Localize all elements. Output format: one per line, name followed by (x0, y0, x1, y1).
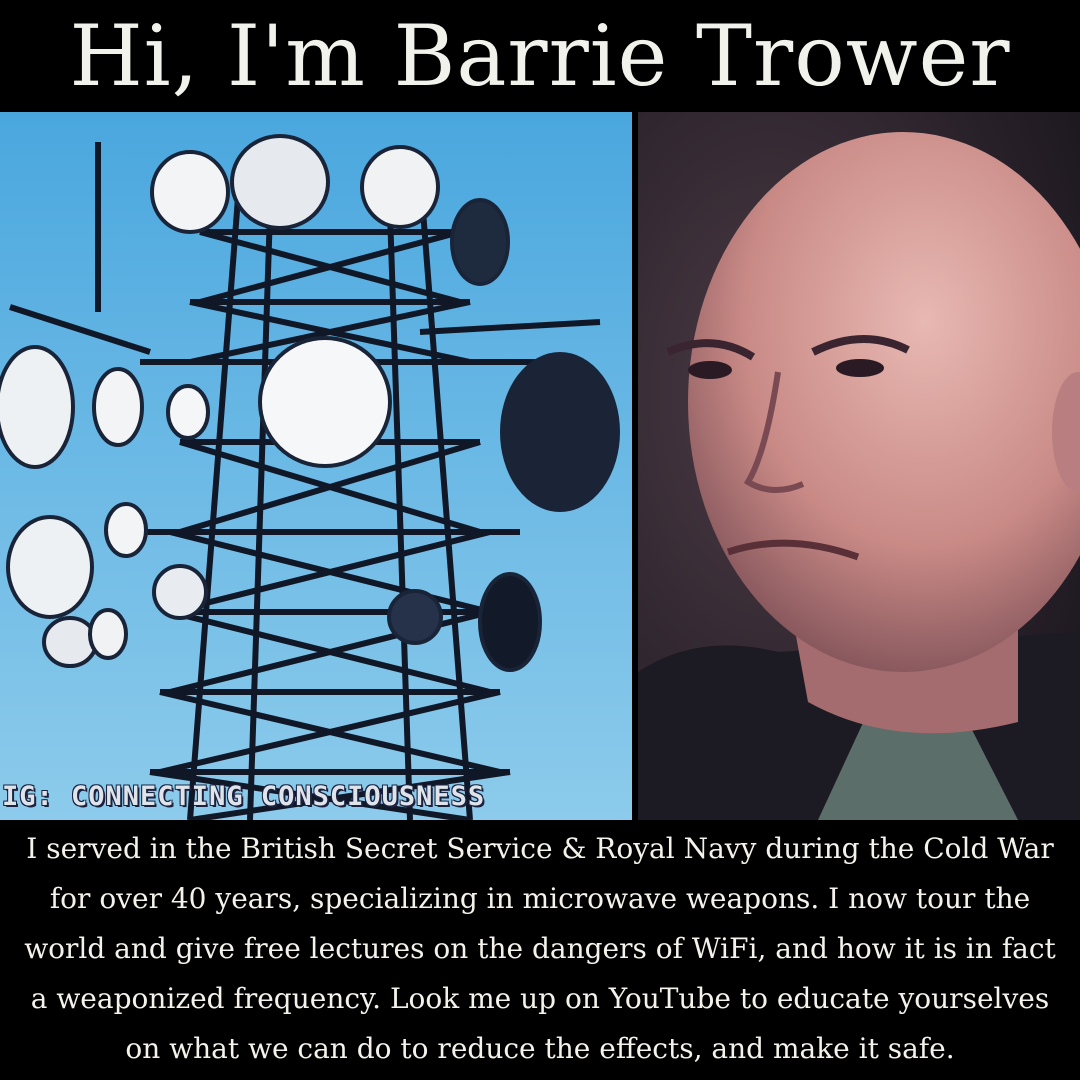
page-title: Hi, I'm Barrie Trower (69, 7, 1011, 105)
caption-line: a weaponized frequency. Look me up on Yo… (30, 982, 1050, 1015)
caption-text: I served in the British Secret Service &… (0, 824, 1080, 1080)
tower-illustration (0, 134, 620, 820)
watermark-text: IG: CONNECTING CONSCIOUSNESS (2, 781, 486, 812)
caption-line: I served in the British Secret Service &… (26, 832, 1054, 865)
portrait-photo (638, 112, 1080, 820)
tower-photo: IG: CONNECTING CONSCIOUSNESS (0, 112, 632, 820)
caption-line: for over 40 years, specializing in micro… (49, 882, 1031, 915)
portrait-illustration (638, 112, 1080, 820)
caption-line: world and give free lectures on the dang… (24, 932, 1056, 965)
caption-line: on what we can do to reduce the effects,… (125, 1032, 955, 1065)
